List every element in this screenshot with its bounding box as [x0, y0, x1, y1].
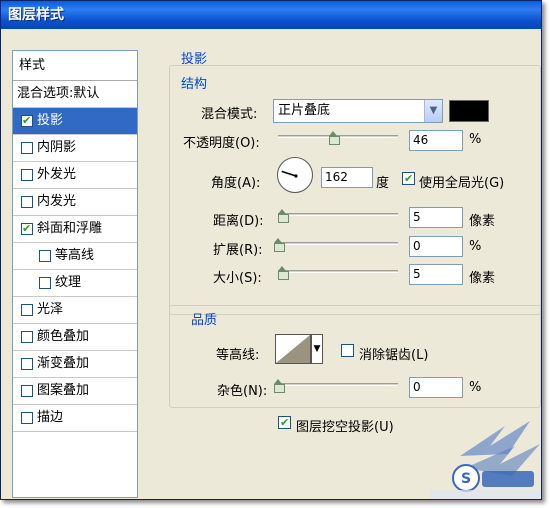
- contour-dropdown-arrow-icon[interactable]: ▼: [311, 334, 323, 364]
- style-item-label: 投影: [37, 113, 64, 128]
- size-unit: 像素: [469, 271, 496, 286]
- structure-title: 结构: [181, 77, 208, 92]
- style-item-label: 外发光: [37, 167, 77, 182]
- size-slider-track[interactable]: [278, 270, 398, 273]
- opacity-slider-thumb[interactable]: [329, 131, 341, 145]
- style-item[interactable]: 等高线: [13, 243, 137, 270]
- style-item-checkbox[interactable]: [21, 142, 33, 154]
- style-item[interactable]: 斜面和浮雕: [13, 216, 137, 243]
- use-global-light-label[interactable]: 使用全局光(G): [419, 172, 504, 191]
- opacity-label: 不透明度(O):: [183, 136, 260, 151]
- spread-input[interactable]: 0: [409, 236, 463, 257]
- style-item-checkbox[interactable]: [39, 277, 51, 289]
- style-item-label: 渐变叠加: [37, 356, 90, 371]
- style-item-checkbox[interactable]: [21, 113, 33, 128]
- quality-title: 品质: [191, 313, 218, 328]
- noise-slider-thumb[interactable]: [274, 379, 285, 393]
- distance-label: 距离(D):: [213, 214, 264, 229]
- angle-dial-needle: [281, 170, 298, 178]
- styles-list-header[interactable]: 样式: [13, 51, 137, 81]
- blend-mode-value: 正片叠底: [278, 103, 331, 118]
- distance-slider-track[interactable]: [278, 213, 398, 216]
- contour-curve-icon: [276, 335, 310, 363]
- chevron-down-icon[interactable]: ▼: [424, 100, 442, 122]
- dialog-title: 图层样式: [1, 1, 541, 29]
- style-item[interactable]: 光泽: [13, 297, 137, 324]
- styles-list: 样式 混合选项:默认投影内阴影外发光内发光斜面和浮雕等高线纹理光泽颜色叠加渐变叠…: [12, 50, 138, 498]
- distance-unit: 像素: [469, 214, 496, 229]
- style-item-label: 内发光: [37, 194, 77, 209]
- spread-slider-track[interactable]: [278, 242, 398, 245]
- svg-text:S: S: [461, 471, 471, 487]
- size-slider-thumb[interactable]: [278, 266, 289, 280]
- blend-mode-select[interactable]: 正片叠底 ▼: [273, 99, 443, 123]
- angle-label: 角度(A):: [211, 176, 261, 191]
- style-item-label: 光泽: [37, 302, 64, 317]
- style-item-label: 纹理: [55, 275, 82, 290]
- style-item[interactable]: 图案叠加: [13, 378, 137, 405]
- shadow-color-swatch[interactable]: [449, 100, 489, 122]
- spread-label: 扩展(R):: [213, 243, 263, 258]
- style-item-label: 内阴影: [37, 140, 77, 155]
- style-item-label: 斜面和浮雕: [37, 221, 103, 236]
- style-item-label: 描边: [37, 410, 64, 425]
- style-item-checkbox[interactable]: [39, 250, 51, 262]
- style-item-checkbox[interactable]: [21, 169, 33, 181]
- style-item-checkbox[interactable]: [21, 221, 33, 236]
- style-item-label: 颜色叠加: [37, 329, 90, 344]
- style-item[interactable]: 外发光: [13, 162, 137, 189]
- size-label: 大小(S):: [213, 271, 262, 286]
- style-item[interactable]: 描边: [13, 405, 137, 432]
- contour-label: 等高线:: [216, 348, 260, 363]
- opacity-input[interactable]: 46: [409, 130, 463, 151]
- style-item[interactable]: 投影: [13, 108, 137, 135]
- style-item-label: 图案叠加: [37, 383, 90, 398]
- noise-unit: %: [469, 380, 482, 395]
- style-item-checkbox[interactable]: [21, 412, 33, 424]
- size-input[interactable]: 5: [409, 264, 463, 285]
- style-item[interactable]: 渐变叠加: [13, 351, 137, 378]
- style-item[interactable]: 混合选项:默认: [13, 81, 137, 108]
- style-item-checkbox[interactable]: [21, 358, 33, 370]
- use-global-light-checkbox[interactable]: [402, 171, 415, 186]
- noise-input[interactable]: 0: [409, 377, 463, 398]
- distance-slider-thumb[interactable]: [278, 209, 289, 223]
- angle-dial[interactable]: [277, 157, 313, 193]
- antialias-label[interactable]: 消除锯齿(L): [359, 344, 428, 363]
- noise-label: 杂色(N):: [217, 384, 268, 399]
- knockout-label[interactable]: 图层挖空投影(U): [296, 416, 394, 435]
- knockout-checkbox[interactable]: [278, 415, 291, 430]
- style-item[interactable]: 纹理: [13, 270, 137, 297]
- spread-unit: %: [469, 239, 482, 254]
- style-item-label: 混合选项:默认: [17, 86, 100, 101]
- style-item-checkbox[interactable]: [21, 331, 33, 343]
- style-item[interactable]: 内发光: [13, 189, 137, 216]
- style-item[interactable]: 颜色叠加: [13, 324, 137, 351]
- angle-input[interactable]: 162: [321, 167, 373, 188]
- contour-preview[interactable]: [275, 334, 311, 364]
- spread-slider-thumb[interactable]: [274, 238, 285, 252]
- watermark-logo: S: [430, 421, 540, 499]
- opacity-unit: %: [469, 132, 482, 147]
- style-item-label: 等高线: [55, 248, 95, 263]
- style-item-checkbox[interactable]: [21, 304, 33, 316]
- noise-slider-track[interactable]: [278, 383, 398, 386]
- style-item-checkbox[interactable]: [21, 385, 33, 397]
- blend-mode-label: 混合模式:: [201, 107, 258, 122]
- style-item-checkbox[interactable]: [21, 196, 33, 208]
- angle-unit: 度: [376, 176, 390, 191]
- style-item[interactable]: 内阴影: [13, 135, 137, 162]
- distance-input[interactable]: 5: [409, 207, 463, 228]
- antialias-checkbox[interactable]: [341, 344, 354, 357]
